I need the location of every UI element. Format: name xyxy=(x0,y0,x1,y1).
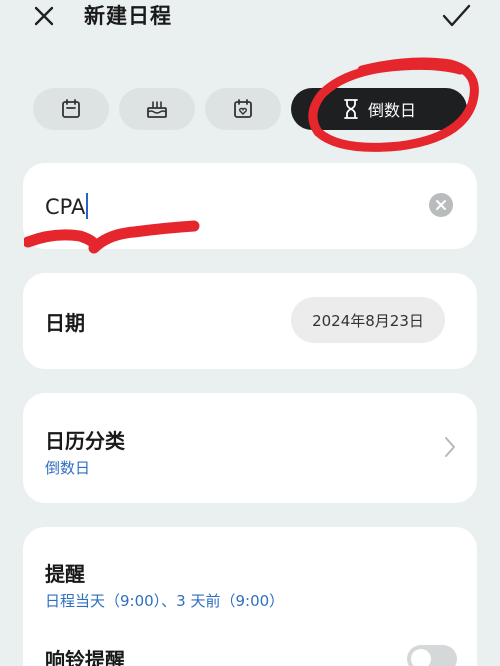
event-name-card: CPA xyxy=(23,163,477,249)
ring-reminder-toggle[interactable] xyxy=(407,645,457,666)
calendar-category-label: 日历分类 xyxy=(45,429,125,453)
reminder-value[interactable]: 日程当天（9:00）、3 天前（9:00） xyxy=(45,590,284,611)
date-picker[interactable]: 2024年8月23日 xyxy=(291,297,445,343)
text-cursor xyxy=(86,193,89,219)
reminder-card: 提醒 日程当天（9:00）、3 天前（9:00） 响铃提醒 xyxy=(23,527,477,666)
anniversary-heart-calendar-icon xyxy=(234,99,252,118)
calendar-category-card[interactable]: 日历分类 倒数日 xyxy=(23,393,477,503)
toggle-knob xyxy=(411,649,431,666)
reminder-label: 提醒 xyxy=(45,562,85,586)
confirm-button[interactable] xyxy=(440,2,472,30)
tab-birthday[interactable] xyxy=(119,88,195,130)
close-icon xyxy=(34,6,54,26)
event-name-value: CPA xyxy=(45,195,86,219)
tab-schedule[interactable] xyxy=(33,88,109,130)
hourglass-icon xyxy=(344,99,358,119)
date-label: 日期 xyxy=(45,311,85,335)
calendar-category-value: 倒数日 xyxy=(45,459,91,477)
calendar-icon xyxy=(62,99,80,118)
event-name-input[interactable]: CPA xyxy=(45,193,89,219)
tab-anniversary[interactable] xyxy=(205,88,281,130)
tab-countdown-label: 倒数日 xyxy=(367,101,416,120)
checkmark-icon xyxy=(442,4,471,27)
page-title: 新建日程 xyxy=(84,4,172,28)
close-button[interactable] xyxy=(30,2,58,30)
chevron-right-icon xyxy=(445,437,455,457)
ring-reminder-label: 响铃提醒 xyxy=(45,648,125,666)
clear-button[interactable] xyxy=(429,193,453,217)
date-card: 日期 2024年8月23日 xyxy=(23,273,477,369)
birthday-cake-icon xyxy=(147,101,167,118)
top-bar: 新建日程 xyxy=(0,0,500,40)
clear-icon xyxy=(436,200,446,210)
tab-countdown[interactable]: 倒数日 xyxy=(291,88,467,130)
